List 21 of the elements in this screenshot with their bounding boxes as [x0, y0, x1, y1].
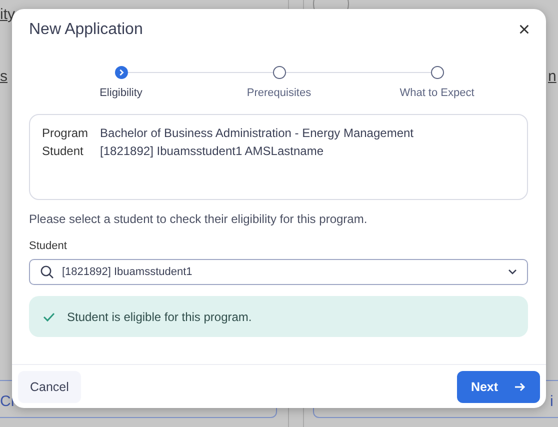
summary-value: [1821892] Ibuamsstudent1 AMSLastname [100, 144, 324, 158]
field-label: Student [29, 240, 68, 252]
stepper-step[interactable]: What to Expect [358, 66, 516, 99]
dialog-title: New Application [29, 21, 143, 39]
next-button[interactable]: Next [457, 370, 540, 402]
check-icon [43, 312, 55, 322]
chevron-down-icon [508, 269, 517, 275]
summary-label: Program [42, 126, 88, 140]
chevron-right-icon [118, 69, 124, 76]
alert-text: Student is eligible for this program. [67, 310, 252, 324]
stepper-step[interactable]: Eligibility [42, 66, 200, 99]
background-button-text: i [550, 393, 554, 410]
instruction-text: Please select a student to check their eligibility for this program. [29, 212, 368, 226]
stepper-step[interactable]: Prerequisites [200, 66, 358, 99]
cancel-button[interactable]: Cancel [18, 370, 81, 402]
student-select[interactable]: [1821892] Ibuamsstudent1 [29, 259, 528, 285]
arrow-right-icon [514, 382, 526, 392]
summary-value: Bachelor of Business Administration - Energy Management [100, 126, 415, 140]
close-button[interactable]: × [516, 20, 532, 40]
summary-label: Student [42, 144, 84, 158]
search-icon [40, 265, 54, 279]
